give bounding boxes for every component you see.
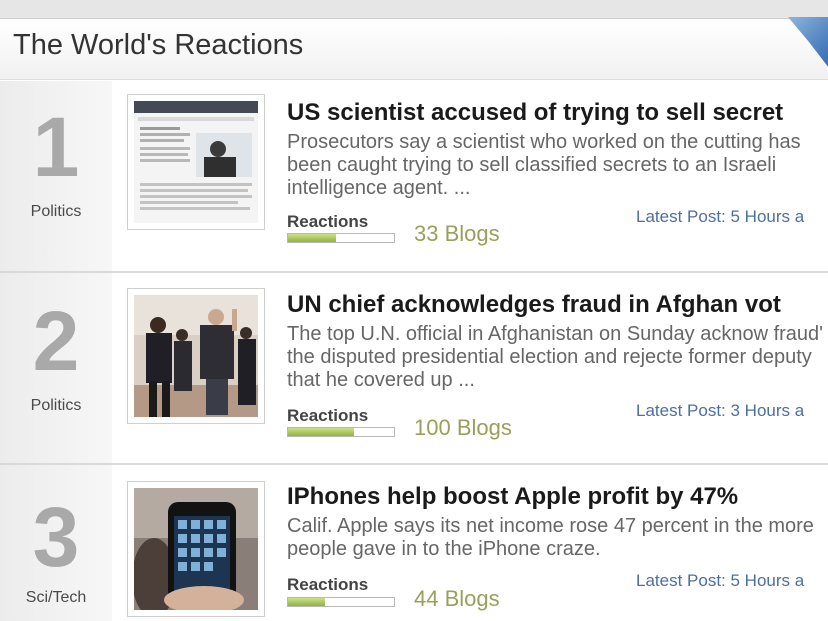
press-conference-photo-thumbnail <box>134 295 258 417</box>
blog-count[interactable]: 100 Blogs <box>414 415 512 441</box>
reaction-meter-fill <box>288 598 326 606</box>
reactions-label: Reactions <box>287 575 369 594</box>
rank-column: 3 Sci/Tech <box>0 465 112 621</box>
reactions-label: Reactions <box>287 406 369 425</box>
category-label[interactable]: Politics <box>0 203 112 221</box>
reactions-panel: The World's Reactions 1 Politics US scie… <box>0 17 828 621</box>
story-headline[interactable]: UN chief acknowledges fraud in Afghan vo… <box>287 291 781 319</box>
story-thumbnail[interactable] <box>127 94 265 230</box>
panel-title: The World's Reactions <box>13 29 304 61</box>
rank-column: 1 Politics <box>0 81 112 271</box>
rank-column: 2 Politics <box>0 273 112 463</box>
reactions-label: Reactions <box>287 212 369 231</box>
rank-number: 1 <box>32 100 80 194</box>
webpage-screenshot-thumbnail <box>134 101 258 223</box>
latest-post[interactable]: Latest Post: 3 Hours a <box>636 401 804 421</box>
reaction-meter-fill <box>288 428 354 436</box>
story-headline[interactable]: US scientist accused of trying to sell s… <box>287 99 783 127</box>
latest-post[interactable]: Latest Post: 5 Hours a <box>636 207 804 227</box>
category-label[interactable]: Sci/Tech <box>0 589 112 607</box>
story-summary: Calif. Apple says its net income rose 47… <box>287 515 814 560</box>
story-summary: Prosecutors say a scientist who worked o… <box>287 131 801 199</box>
corner-tab-icon[interactable] <box>788 17 828 77</box>
story-item: 3 Sci/Tech IPhones help boost Apple prof… <box>0 465 828 621</box>
reaction-meter <box>287 427 395 437</box>
story-summary: The top U.N. official in Afghanistan on … <box>287 323 828 391</box>
reaction-meter-fill <box>288 234 336 242</box>
rank-number: 3 <box>32 490 80 584</box>
story-headline[interactable]: IPhones help boost Apple profit by 47% <box>287 483 738 511</box>
blog-count[interactable]: 44 Blogs <box>414 586 500 612</box>
story-item: 2 Politics UN chief acknowledges fraud i… <box>0 273 828 463</box>
story-thumbnail[interactable] <box>127 481 265 617</box>
panel-header: The World's Reactions <box>0 17 828 80</box>
latest-post[interactable]: Latest Post: 5 Hours a <box>636 571 804 591</box>
reaction-meter <box>287 597 395 607</box>
story-thumbnail[interactable] <box>127 288 265 424</box>
rank-number: 2 <box>32 294 80 388</box>
blog-count[interactable]: 33 Blogs <box>414 221 500 247</box>
story-item: 1 Politics US scientist accused of tryin… <box>0 81 828 271</box>
reaction-meter <box>287 233 395 243</box>
category-label[interactable]: Politics <box>0 397 112 415</box>
iphone-photo-thumbnail <box>134 488 258 610</box>
